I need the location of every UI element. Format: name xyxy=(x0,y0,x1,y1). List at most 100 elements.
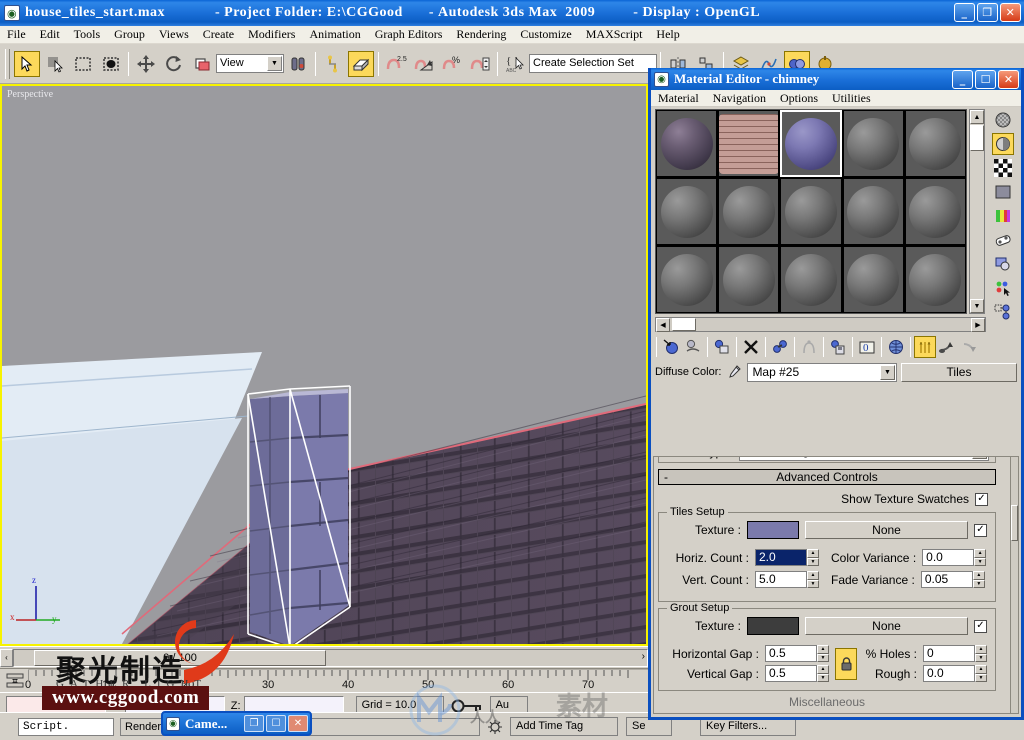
me-menu-options[interactable]: Options xyxy=(773,91,825,106)
select-and-rotate-button[interactable] xyxy=(161,51,187,77)
scroll-up-button[interactable]: ▲ xyxy=(970,110,984,124)
time-slider-thumb[interactable]: 0 / 100 xyxy=(34,649,326,666)
put-material-to-scene-icon[interactable] xyxy=(682,336,704,358)
sample-slot-9[interactable] xyxy=(842,178,904,245)
reference-coordinate-system-select[interactable]: View ▼ xyxy=(216,54,284,73)
sample-slot-7[interactable] xyxy=(718,178,780,245)
select-and-link-button[interactable] xyxy=(320,51,346,77)
camera-restore-button[interactable]: ❐ xyxy=(244,715,264,732)
go-to-parent-icon[interactable] xyxy=(936,336,958,358)
percent-holes-spinner[interactable]: 0 ▲ ▼ xyxy=(923,645,987,662)
sample-slot-14[interactable] xyxy=(842,246,904,313)
me-menu-utilities[interactable]: Utilities xyxy=(825,91,878,106)
map-type-button[interactable]: Tiles xyxy=(901,362,1017,382)
use-pivot-point-center-button[interactable] xyxy=(285,51,311,77)
sample-slot-5[interactable] xyxy=(904,110,966,177)
menu-rendering[interactable]: Rendering xyxy=(449,27,513,42)
collapse-icon[interactable]: - xyxy=(664,470,668,484)
horizontal-gap-spinner-arrows[interactable]: ▲ ▼ xyxy=(817,645,829,662)
snapshot-icon[interactable] xyxy=(480,719,510,735)
sample-uv-tiling-icon[interactable] xyxy=(992,181,1014,203)
percent-snap-toggle-button[interactable]: % xyxy=(439,51,465,77)
make-unique-icon[interactable] xyxy=(798,336,820,358)
scroll-thumb[interactable] xyxy=(970,125,984,151)
scroll-down-button[interactable]: ▼ xyxy=(970,299,984,313)
fade-variance-field[interactable]: 0.05 xyxy=(920,571,973,588)
menu-customize[interactable]: Customize xyxy=(513,27,578,42)
sample-slot-11[interactable] xyxy=(656,246,718,313)
close-button[interactable]: ✕ xyxy=(1000,3,1021,22)
minimize-button[interactable]: _ xyxy=(954,3,975,22)
grout-texture-map-button[interactable]: None xyxy=(805,617,968,635)
chevron-down-icon[interactable]: ▼ xyxy=(880,364,895,380)
add-time-tag-button[interactable]: Add Time Tag xyxy=(510,717,618,736)
next-key-button[interactable]: › xyxy=(642,651,645,662)
angle-snap-toggle-button[interactable] xyxy=(411,51,437,77)
material-effects-channel-icon[interactable]: 0 xyxy=(856,336,878,358)
snaps-toggle-button[interactable]: 2.5 xyxy=(383,51,409,77)
select-and-uniform-scale-button[interactable] xyxy=(189,51,215,77)
sample-slots-vertical-scrollbar[interactable]: ▲ ▼ xyxy=(969,109,985,314)
key-mode-toggle-icon[interactable] xyxy=(4,671,26,691)
time-slider-track[interactable]: 0 / 100 › xyxy=(13,648,648,667)
percent-holes-field[interactable]: 0 xyxy=(923,645,975,662)
fade-variance-spinner-arrows[interactable]: ▲ ▼ xyxy=(972,571,985,588)
maxscript-mini-listener[interactable]: Script. xyxy=(18,717,114,736)
show-map-in-viewport-icon[interactable] xyxy=(885,336,907,358)
vert-count-field[interactable]: 5.0 xyxy=(755,571,807,588)
show-end-result-icon[interactable] xyxy=(914,336,936,358)
rollout-scroll-panel[interactable]: Preset Type : 1/2 Running Bond ▼ - Advan… xyxy=(653,456,1011,714)
menu-create[interactable]: Create xyxy=(196,27,241,42)
vertical-gap-spinner[interactable]: 0.5 ▲ ▼ xyxy=(765,665,829,682)
me-minimize-button[interactable]: _ xyxy=(952,70,973,89)
chevron-down-icon[interactable]: ▼ xyxy=(972,457,987,459)
restore-button[interactable]: ❐ xyxy=(977,3,998,22)
scroll-right-button[interactable]: ▶ xyxy=(971,318,985,332)
named-selection-set-input[interactable]: Create Selection Set xyxy=(529,54,657,73)
chevron-down-icon[interactable]: ▼ xyxy=(267,56,282,71)
sample-slot-15[interactable] xyxy=(904,246,966,313)
select-and-move-button[interactable] xyxy=(133,51,159,77)
me-menu-material[interactable]: Material xyxy=(651,91,706,106)
rough-field[interactable]: 0.0 xyxy=(923,665,975,682)
assign-material-to-selection-icon[interactable] xyxy=(711,336,733,358)
sample-slot-10[interactable] xyxy=(904,178,966,245)
advanced-controls-rollout-header[interactable]: - Advanced Controls xyxy=(658,469,996,485)
sample-slot-3-chimney[interactable] xyxy=(780,110,842,177)
select-object-button[interactable] xyxy=(14,50,40,77)
sample-slot-1[interactable] xyxy=(656,110,718,177)
percent-holes-spinner-arrows[interactable]: ▲ ▼ xyxy=(975,645,987,662)
menu-edit[interactable]: Edit xyxy=(33,27,67,42)
sample-slot-4[interactable] xyxy=(842,110,904,177)
track-bar[interactable]: 0 10 20 30 40 50 60 70 xyxy=(0,668,648,692)
horizontal-gap-spinner[interactable]: 0.5 ▲ ▼ xyxy=(765,645,829,662)
fade-variance-spinner[interactable]: 0.05 ▲ ▼ xyxy=(920,571,985,588)
menu-group[interactable]: Group xyxy=(107,27,152,42)
sample-slot-8[interactable] xyxy=(780,178,842,245)
color-variance-field[interactable]: 0.0 xyxy=(922,549,975,566)
me-menu-navigation[interactable]: Navigation xyxy=(706,91,773,106)
scroll-left-button[interactable]: ◀ xyxy=(656,318,670,332)
gap-lock-button[interactable] xyxy=(835,647,857,680)
vert-count-spinner[interactable]: 5.0 ▲ ▼ xyxy=(755,571,819,588)
me-maximize-button[interactable]: ☐ xyxy=(975,70,996,89)
menu-maxscript[interactable]: MAXScript xyxy=(579,27,650,42)
menu-views[interactable]: Views xyxy=(152,27,196,42)
menu-tools[interactable]: Tools xyxy=(67,27,108,42)
sample-slots-grid[interactable] xyxy=(655,109,967,314)
edit-named-selection-sets-button[interactable]: { } ABC xyxy=(502,51,528,77)
go-forward-to-sibling-icon[interactable] xyxy=(958,336,980,358)
options-icon[interactable] xyxy=(992,253,1014,275)
horiz-count-spinner-arrows[interactable]: ▲ ▼ xyxy=(807,549,819,566)
sample-type-sphere-icon[interactable] xyxy=(992,109,1014,131)
menu-help[interactable]: Help xyxy=(649,27,686,42)
rollout-scroll-thumb[interactable] xyxy=(1011,505,1018,541)
tiles-texture-map-button[interactable]: None xyxy=(805,521,968,539)
toolbar-grip[interactable] xyxy=(5,48,10,79)
sample-slot-12[interactable] xyxy=(718,246,780,313)
vertical-gap-field[interactable]: 0.5 xyxy=(765,665,817,682)
rollout-vertical-scrollbar[interactable] xyxy=(1010,456,1019,714)
menu-animation[interactable]: Animation xyxy=(302,27,367,42)
select-by-name-button[interactable] xyxy=(42,51,68,77)
bind-to-space-warp-button[interactable] xyxy=(348,50,374,77)
